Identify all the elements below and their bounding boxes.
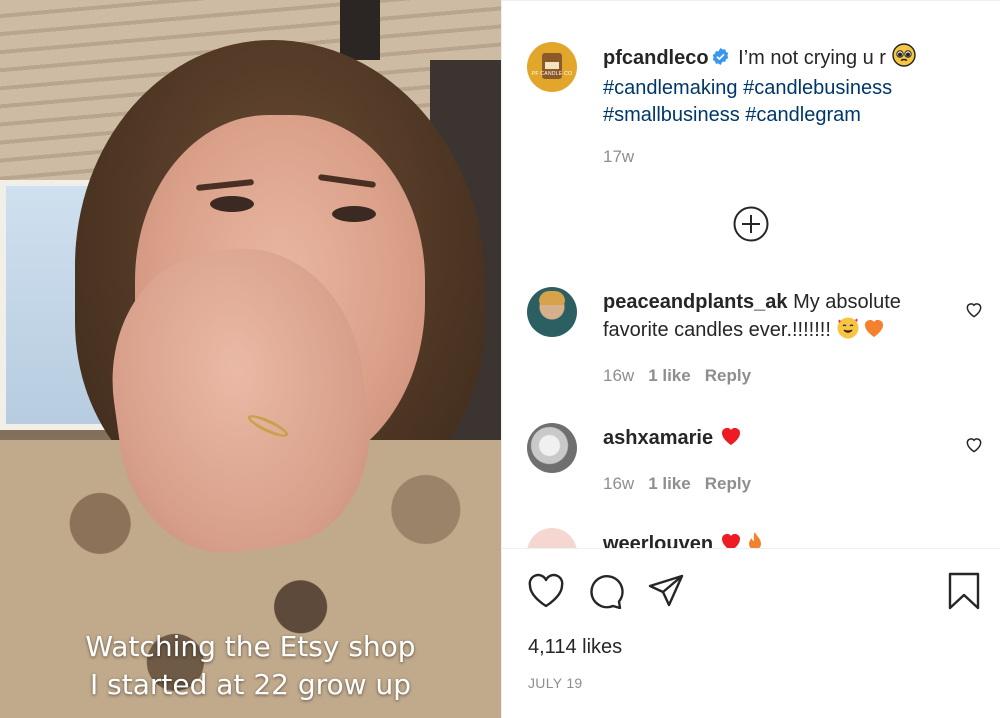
pleading-face-icon bbox=[891, 43, 916, 75]
comment-likes[interactable]: 1 like bbox=[648, 474, 691, 493]
media-caption-line1: Watching the Etsy shop bbox=[85, 630, 416, 663]
media-eye-right bbox=[332, 206, 376, 222]
media-caption: Watching the Etsy shop I started at 22 g… bbox=[0, 628, 501, 704]
comment-likes[interactable]: 1 like bbox=[648, 366, 691, 385]
post-media[interactable]: Watching the Etsy shop I started at 22 g… bbox=[0, 0, 501, 718]
media-beam bbox=[340, 0, 380, 60]
red-heart-icon bbox=[719, 424, 743, 456]
hashtag-link[interactable]: #candlebusiness bbox=[743, 77, 892, 99]
media-caption-line2: I started at 22 grow up bbox=[90, 668, 411, 701]
commenter-avatar[interactable] bbox=[527, 423, 577, 473]
likes-count[interactable]: 4,114 likes bbox=[528, 636, 622, 659]
verified-badge-icon bbox=[711, 47, 730, 74]
comment-age[interactable]: 16w bbox=[603, 474, 634, 493]
hashtag-link[interactable]: #smallbusiness bbox=[603, 104, 740, 126]
smiling-face-with-hearts-icon bbox=[836, 316, 860, 348]
post-panel: PF CANDLE CO pfcandleco I’m not crying u… bbox=[501, 0, 1000, 718]
share-paper-plane-icon[interactable] bbox=[647, 573, 685, 614]
media-eye-left bbox=[210, 196, 254, 212]
avatar-brand-text: PF CANDLE CO bbox=[531, 71, 573, 77]
comment-age[interactable]: 16w bbox=[603, 366, 634, 385]
comment-bubble-icon[interactable] bbox=[587, 573, 625, 614]
comments-scroll-area[interactable]: PF CANDLE CO pfcandleco I’m not crying u… bbox=[502, 0, 1000, 548]
comment-username[interactable]: peaceandplants_ak bbox=[603, 291, 788, 313]
comment-item: weerlouven bbox=[603, 530, 943, 548]
commenter-avatar[interactable] bbox=[527, 287, 577, 337]
comment-username[interactable]: ashxamarie bbox=[603, 427, 713, 449]
red-heart-icon bbox=[719, 530, 743, 548]
like-comment-heart-icon[interactable] bbox=[964, 300, 984, 320]
like-comment-heart-icon[interactable] bbox=[964, 435, 984, 455]
comment-meta: 16w 1 like Reply bbox=[603, 474, 751, 494]
owner-username[interactable]: pfcandleco bbox=[603, 47, 709, 69]
comment-item: ashxamarie bbox=[603, 424, 943, 456]
hashtag-link[interactable]: #candlegram bbox=[745, 104, 861, 126]
load-more-comments-icon[interactable] bbox=[733, 206, 769, 242]
orange-heart-icon bbox=[862, 316, 886, 348]
post-date[interactable]: JULY 19 bbox=[528, 675, 583, 691]
caption-text: I’m not crying u r bbox=[738, 47, 886, 69]
post-action-bar: 4,114 likes JULY 19 bbox=[502, 548, 1000, 718]
fire-icon bbox=[743, 530, 767, 548]
save-bookmark-icon[interactable] bbox=[947, 571, 981, 616]
post-age[interactable]: 17w bbox=[603, 147, 634, 167]
comment-username[interactable]: weerlouven bbox=[603, 533, 713, 548]
like-heart-icon[interactable] bbox=[527, 573, 565, 614]
hashtag-link[interactable]: #candlemaking bbox=[603, 77, 738, 99]
comment-item: peaceandplants_ak My absolute favorite c… bbox=[603, 289, 943, 348]
post-caption: pfcandleco I’m not crying u r #candlemak… bbox=[603, 43, 983, 129]
commenter-avatar[interactable] bbox=[527, 528, 577, 548]
reply-button[interactable]: Reply bbox=[705, 366, 751, 385]
comment-meta: 16w 1 like Reply bbox=[603, 366, 751, 386]
owner-avatar[interactable]: PF CANDLE CO bbox=[527, 42, 577, 92]
reply-button[interactable]: Reply bbox=[705, 474, 751, 493]
